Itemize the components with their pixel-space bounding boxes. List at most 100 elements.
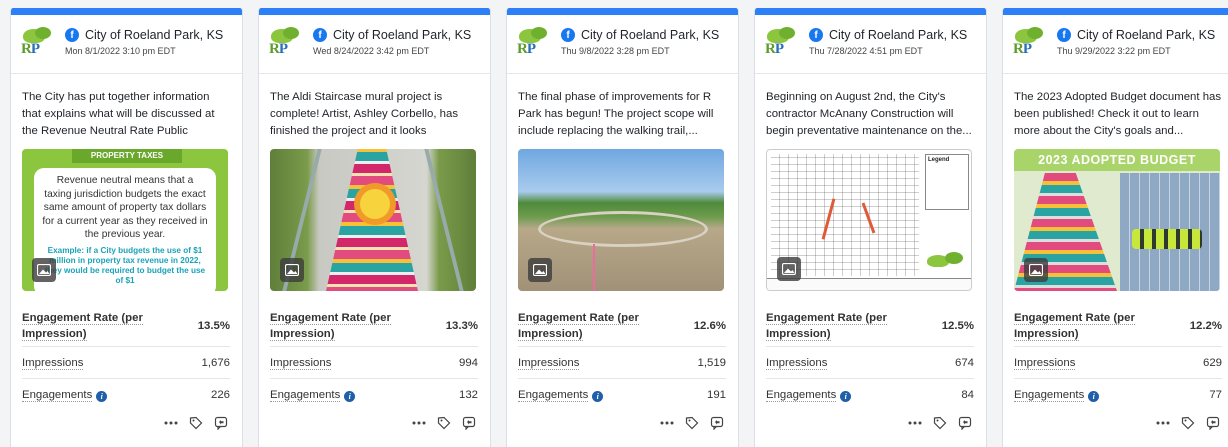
profile-avatar[interactable]: RP xyxy=(269,27,305,61)
post-image[interactable]: PROPERTY TAXES Revenue neutral means tha… xyxy=(22,149,228,291)
engagement-rate-value: 12.2% xyxy=(1189,319,1222,332)
engagements-row: Engagements i 84 xyxy=(766,379,974,411)
facebook-icon: f xyxy=(313,28,327,42)
more-icon[interactable] xyxy=(908,416,922,430)
tag-icon[interactable] xyxy=(685,416,699,430)
more-icon[interactable] xyxy=(412,416,426,430)
engagement-rate-row: Engagement Rate (per Impression) 13.5% xyxy=(22,305,230,347)
post-image[interactable] xyxy=(270,149,476,291)
engagement-rate-value: 12.5% xyxy=(941,319,974,332)
info-icon[interactable]: i xyxy=(96,390,108,402)
reply-icon[interactable] xyxy=(462,416,476,430)
tag-icon[interactable] xyxy=(437,416,451,430)
info-icon[interactable]: i xyxy=(344,390,356,402)
engagements-label[interactable]: Engagements xyxy=(270,388,341,402)
post-header: RP f City of Roeland Park, KS Mon 8/1/202… xyxy=(11,15,242,74)
info-icon[interactable]: i xyxy=(1088,390,1100,402)
engagement-rate-value: 13.3% xyxy=(445,319,478,332)
post-card[interactable]: RP f City of Roeland Park, KS Thu 9/8/202… xyxy=(506,8,739,447)
image-icon xyxy=(280,258,304,282)
facebook-icon: f xyxy=(809,28,823,42)
post-text[interactable]: The City has put together information th… xyxy=(22,89,230,140)
reply-icon[interactable] xyxy=(958,416,972,430)
post-header: RP f City of Roeland Park, KS Thu 9/8/202… xyxy=(507,15,738,74)
account-name[interactable]: City of Roeland Park, KS xyxy=(333,28,471,42)
impressions-value: 994 xyxy=(458,356,478,369)
reply-icon[interactable] xyxy=(214,416,228,430)
facebook-icon: f xyxy=(561,28,575,42)
reply-icon[interactable] xyxy=(1206,416,1220,430)
image-icon xyxy=(528,258,552,282)
profile-avatar[interactable]: RP xyxy=(1013,27,1049,61)
engagements-row: Engagements i 132 xyxy=(270,379,478,411)
account-name[interactable]: City of Roeland Park, KS xyxy=(581,28,719,42)
post-actions xyxy=(518,413,726,433)
impressions-label[interactable]: Impressions xyxy=(766,356,828,370)
account-name[interactable]: City of Roeland Park, KS xyxy=(85,28,223,42)
engagements-row: Engagements i 226 xyxy=(22,379,230,411)
engagement-rate-row: Engagement Rate (per Impression) 12.5% xyxy=(766,305,974,347)
engagement-rate-label[interactable]: Engagement Rate (per Impression) xyxy=(766,311,887,341)
more-icon[interactable] xyxy=(164,416,178,430)
profile-avatar[interactable]: RP xyxy=(517,27,553,61)
reply-icon[interactable] xyxy=(710,416,724,430)
card-accent-bar xyxy=(1003,8,1228,15)
info-icon[interactable]: i xyxy=(840,390,852,402)
engagements-row: Engagements i 77 xyxy=(1014,379,1222,411)
post-image[interactable]: 2023 ADOPTED BUDGET xyxy=(1014,149,1220,291)
tag-icon[interactable] xyxy=(933,416,947,430)
more-icon[interactable] xyxy=(1156,416,1170,430)
card-accent-bar xyxy=(755,8,986,15)
post-card[interactable]: RP f City of Roeland Park, KS Wed 8/24/20… xyxy=(258,8,491,447)
map-legend-title: Legend xyxy=(928,157,950,163)
post-date: Thu 9/29/2022 3:22 pm EDT xyxy=(1057,46,1171,56)
post-card[interactable]: RP f City of Roeland Park, KS Thu 7/28/20… xyxy=(754,8,987,447)
post-actions xyxy=(766,413,974,433)
post-date: Wed 8/24/2022 3:42 pm EDT xyxy=(313,46,430,56)
engagements-label[interactable]: Engagements xyxy=(518,388,589,402)
engagements-label[interactable]: Engagements xyxy=(766,388,837,402)
engagements-label[interactable]: Engagements xyxy=(1014,388,1085,402)
engagement-rate-label[interactable]: Engagement Rate (per Impression) xyxy=(518,311,639,341)
post-image[interactable] xyxy=(518,149,724,291)
post-image[interactable]: Legend xyxy=(766,149,972,291)
engagements-value: 77 xyxy=(1209,389,1222,401)
engagements-label[interactable]: Engagements xyxy=(22,388,93,402)
post-text[interactable]: The Aldi Staircase mural project is comp… xyxy=(270,89,478,140)
engagement-rate-label[interactable]: Engagement Rate (per Impression) xyxy=(22,311,143,341)
tag-icon[interactable] xyxy=(189,416,203,430)
post-date: Thu 9/8/2022 3:28 pm EDT xyxy=(561,46,670,56)
post-card[interactable]: RP f City of Roeland Park, KS Thu 9/29/20… xyxy=(1002,8,1228,447)
engagements-value: 132 xyxy=(458,389,478,401)
account-name[interactable]: City of Roeland Park, KS xyxy=(1077,28,1215,42)
engagement-rate-label[interactable]: Engagement Rate (per Impression) xyxy=(270,311,391,341)
post-text[interactable]: The 2023 Adopted Budget document has bee… xyxy=(1014,89,1222,140)
impressions-label[interactable]: Impressions xyxy=(1014,356,1076,370)
facebook-icon: f xyxy=(65,28,79,42)
tag-icon[interactable] xyxy=(1181,416,1195,430)
impressions-label[interactable]: Impressions xyxy=(518,356,580,370)
post-header: RP f City of Roeland Park, KS Wed 8/24/20… xyxy=(259,15,490,74)
impressions-label[interactable]: Impressions xyxy=(270,356,332,370)
post-date: Mon 8/1/2022 3:10 pm EDT xyxy=(65,46,176,56)
post-text[interactable]: The final phase of improvements for R Pa… xyxy=(518,89,726,140)
info-icon[interactable]: i xyxy=(592,390,604,402)
engagement-rate-label[interactable]: Engagement Rate (per Impression) xyxy=(1014,311,1135,341)
card-accent-bar xyxy=(11,8,242,15)
engagement-rate-row: Engagement Rate (per Impression) 12.2% xyxy=(1014,305,1222,347)
profile-avatar[interactable]: RP xyxy=(765,27,801,61)
more-icon[interactable] xyxy=(660,416,674,430)
post-text[interactable]: Beginning on August 2nd, the City's cont… xyxy=(766,89,974,140)
engagement-rate-row: Engagement Rate (per Impression) 12.6% xyxy=(518,305,726,347)
image-icon xyxy=(32,258,56,282)
post-date: Thu 7/28/2022 4:51 pm EDT xyxy=(809,46,923,56)
post-card-row: RP f City of Roeland Park, KS Mon 8/1/202… xyxy=(0,0,1228,447)
impressions-value: 1,676 xyxy=(201,356,230,369)
impressions-row: Impressions 1,676 xyxy=(22,347,230,379)
impressions-label[interactable]: Impressions xyxy=(22,356,84,370)
post-card[interactable]: RP f City of Roeland Park, KS Mon 8/1/202… xyxy=(10,8,243,447)
profile-avatar[interactable]: RP xyxy=(21,27,57,61)
account-name[interactable]: City of Roeland Park, KS xyxy=(829,28,967,42)
post-header: RP f City of Roeland Park, KS Thu 7/28/20… xyxy=(755,15,986,74)
impressions-row: Impressions 1,519 xyxy=(518,347,726,379)
